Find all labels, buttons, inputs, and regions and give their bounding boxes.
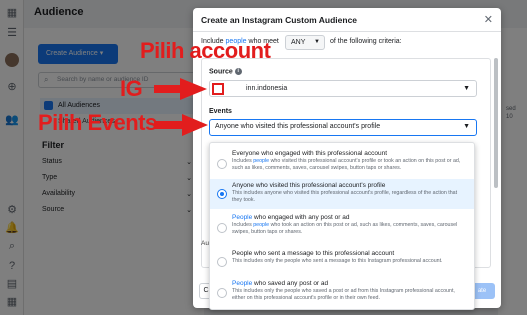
info-icon[interactable]: i <box>234 68 242 75</box>
event-option[interactable]: People who engaged with any post or ad I… <box>210 211 474 245</box>
radio-button-selected[interactable] <box>217 189 227 199</box>
source-label: Source i <box>209 68 242 75</box>
desc-text: Includes <box>232 222 254 228</box>
option-title: People who sent a message to this profes… <box>232 250 395 257</box>
option-description: Includes people who visited this profess… <box>232 158 474 172</box>
option-description: This includes anyone who visited this pr… <box>232 190 458 203</box>
title-text: who saved any post or ad <box>252 280 329 287</box>
annotation-highlight-box <box>212 83 224 95</box>
source-value: inn.indonesia <box>246 85 288 92</box>
any-all-select[interactable]: ANY ▼ <box>285 35 325 50</box>
event-option[interactable]: People who saved any post or ad This inc… <box>210 277 474 309</box>
source-label-text: Source <box>209 68 233 76</box>
desc-text: Includes <box>232 158 254 164</box>
events-dropdown: Everyone who engaged with this professio… <box>209 142 475 310</box>
events-label: Events <box>209 108 232 115</box>
caret-down-icon: ▼ <box>463 85 470 92</box>
title-text: who engaged with any post or ad <box>252 214 350 221</box>
scrollbar[interactable] <box>494 58 498 188</box>
option-title: People who saved any post or ad <box>232 280 474 287</box>
radio-button[interactable] <box>217 223 227 233</box>
modal-title: Create an Instagram Custom Audience <box>193 8 501 32</box>
annotation-pilih-events: Pilih Events <box>38 110 157 135</box>
radio-button[interactable] <box>217 257 227 267</box>
option-description: This includes only the people who saved … <box>232 288 455 301</box>
people-link[interactable]: people <box>253 158 269 164</box>
radio-button[interactable] <box>217 159 227 169</box>
any-value: ANY <box>291 39 306 46</box>
annotation-ig: IG <box>120 76 143 101</box>
source-select[interactable]: inn.indonesia ▼ <box>209 80 477 97</box>
people-link[interactable]: People <box>232 214 252 221</box>
event-option[interactable]: People who sent a message to this profes… <box>210 247 474 277</box>
annotation-pilih-account: Pilih account <box>140 38 271 63</box>
event-option-selected[interactable]: Anyone who visited this professional acc… <box>210 179 474 209</box>
audience-name-label: Au <box>201 240 209 247</box>
option-title: Anyone who visited this professional acc… <box>232 182 386 189</box>
close-icon[interactable]: ✕ <box>484 13 493 26</box>
events-value: Anyone who visited this professional acc… <box>215 123 381 130</box>
event-option[interactable]: Everyone who engaged with this professio… <box>210 147 474 181</box>
option-description: This includes only the people who sent a… <box>232 258 443 264</box>
criteria-text: of the following criteria: <box>330 38 402 45</box>
radio-button[interactable] <box>217 288 227 298</box>
caret-down-icon: ▼ <box>463 123 470 130</box>
events-select[interactable]: Anyone who visited this professional acc… <box>209 119 477 136</box>
option-title: Everyone who engaged with this professio… <box>232 150 388 157</box>
people-link[interactable]: people <box>253 222 269 228</box>
caret-down-icon: ▼ <box>314 39 320 45</box>
people-link[interactable]: People <box>232 280 252 287</box>
option-description: Includes people who took an action on th… <box>232 222 474 236</box>
option-title: People who engaged with any post or ad <box>232 214 474 221</box>
